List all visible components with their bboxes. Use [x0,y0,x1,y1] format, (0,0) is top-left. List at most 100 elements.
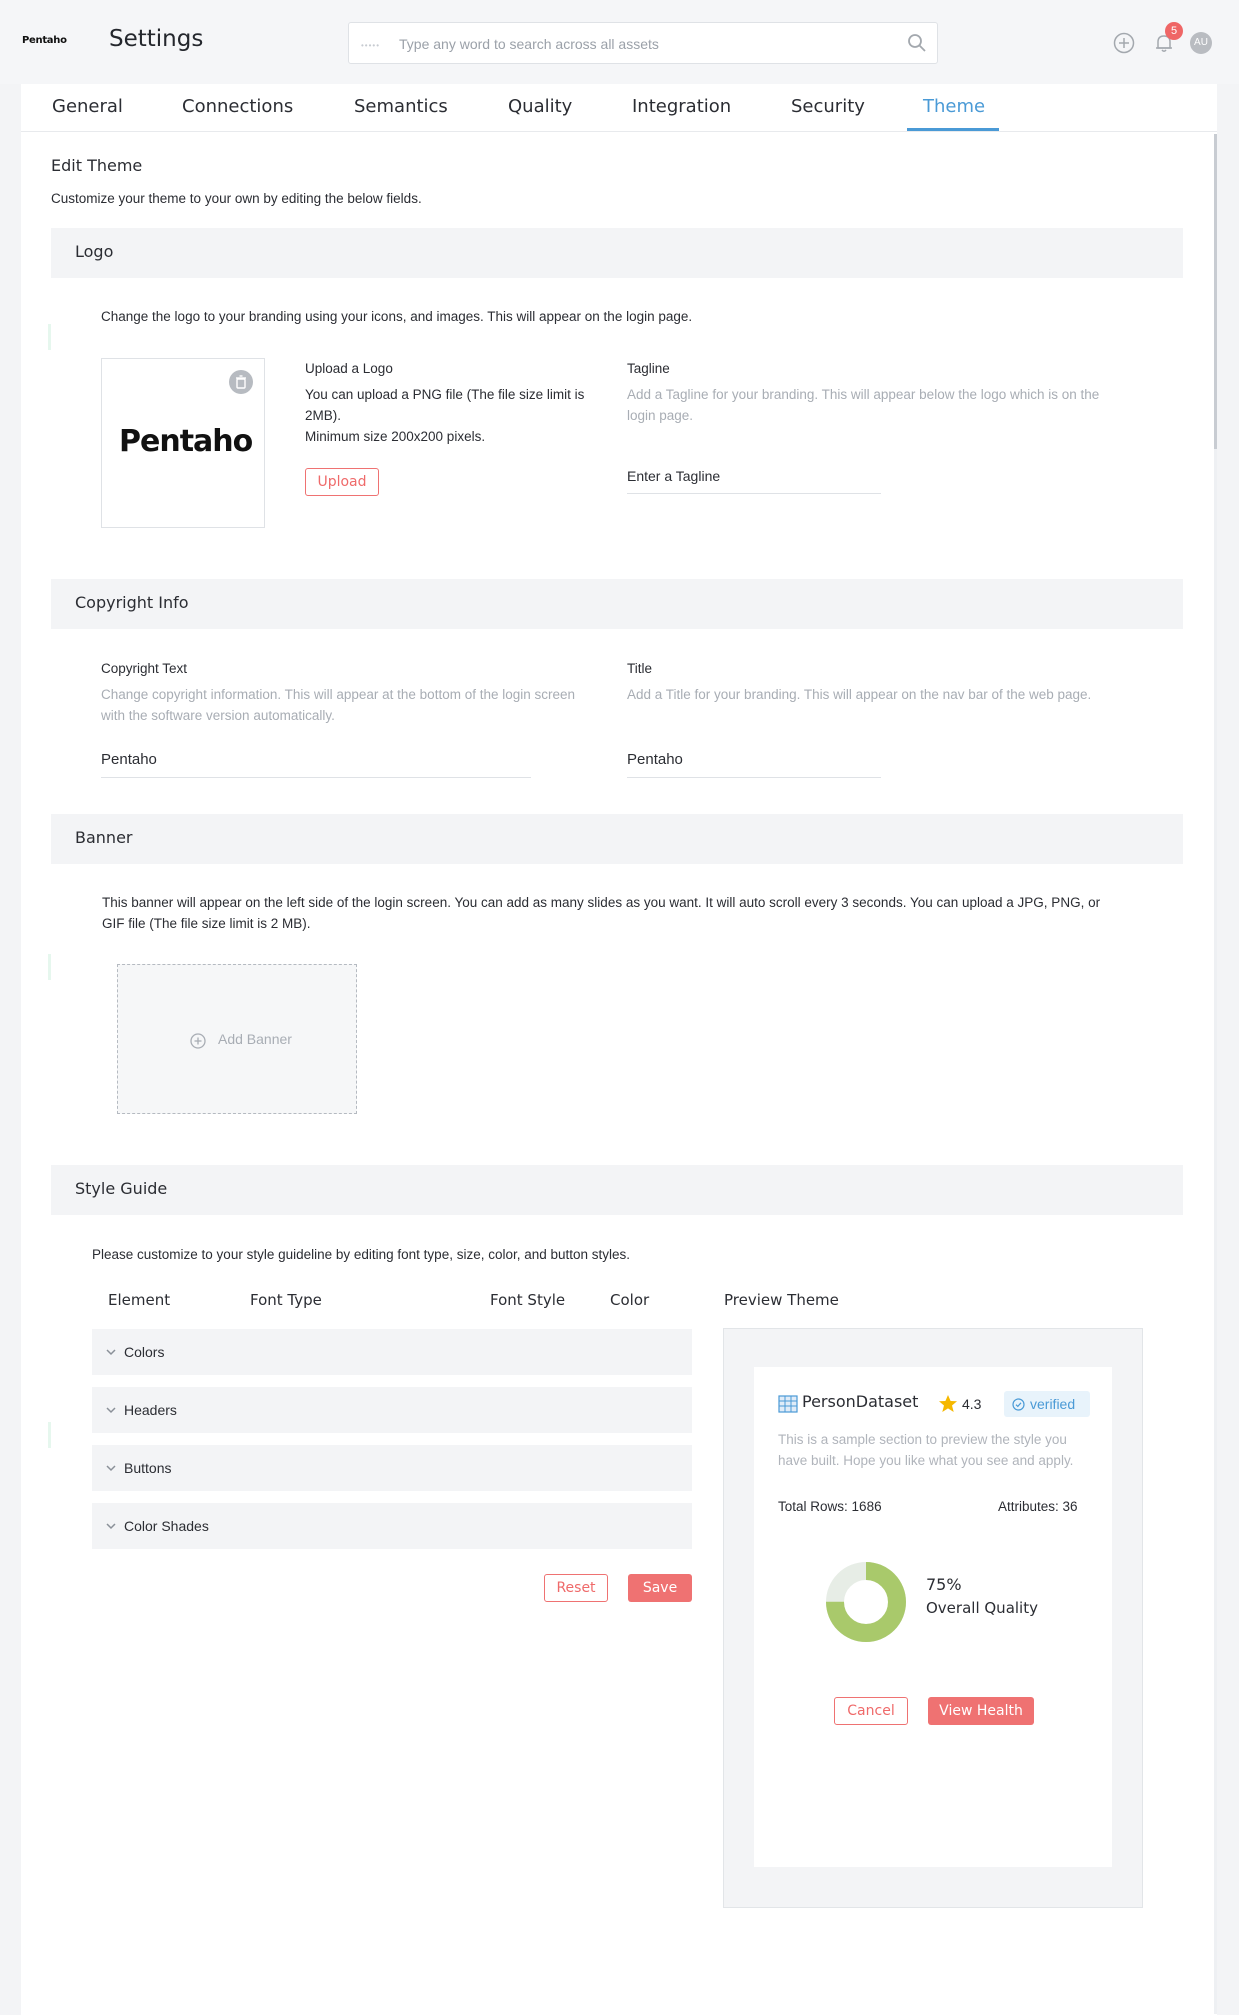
search-icon[interactable] [907,33,927,53]
chevron-down-icon [106,1523,116,1530]
logo-preview: Pentaho [101,358,265,528]
check-circle-icon [1012,1398,1025,1411]
banner-section-header: Banner [51,814,1183,864]
preview-description: This is a sample section to preview the … [778,1429,1098,1471]
copyright-label: Copyright Text [101,661,188,676]
title-label: Title [627,661,653,676]
total-rows-value: 1686 [851,1499,882,1514]
add-circle-icon [190,1033,206,1049]
upload-button[interactable]: Upload [305,468,379,496]
save-button[interactable]: Save [628,1574,692,1602]
verified-label: verified [1030,1396,1076,1412]
top-bar: Pentaho Settings ••••• 5 AU [0,0,1239,84]
edit-theme-title: Edit Theme [51,156,143,175]
tab-integration[interactable]: Integration [632,96,731,117]
attributes-stat: Attributes: 36 [998,1499,1078,1514]
logo-section-header: Logo [51,228,1183,278]
logo-section-title: Logo [75,242,114,261]
accordion-label: Colors [124,1344,165,1360]
dataset-icon [778,1395,798,1413]
banner-description-1: This banner will appear on the left side… [102,895,1101,910]
quality-donut [826,1562,906,1642]
edit-theme-subtitle: Customize your theme to your own by edit… [51,191,422,206]
reset-button[interactable]: Reset [544,1574,608,1602]
copyright-help-2: with the software version automatically. [101,708,335,723]
chevron-down-icon [106,1407,116,1414]
copyright-section-header: Copyright Info [51,579,1183,629]
rating-value: 4.3 [962,1396,982,1412]
quality-value: 75% [926,1575,962,1594]
column-element: Element [108,1291,171,1309]
verified-badge: verified [1004,1391,1090,1417]
total-rows-label: Total Rows: [778,1499,848,1514]
delete-logo-button[interactable] [229,370,253,394]
chevron-down-icon [106,1349,116,1356]
notification-badge: 5 [1165,22,1183,40]
style-guide-description: Please customize to your style guideline… [92,1247,631,1262]
tab-quality[interactable]: Quality [508,96,572,117]
page-title: Settings [109,26,204,52]
avatar[interactable]: AU [1190,32,1212,54]
preview-theme-panel: PersonDataset 4.3 verified This is a sam… [723,1328,1143,1908]
accordion-label: Color Shades [124,1518,209,1534]
accordion-colors[interactable]: Colors [92,1329,692,1375]
column-font-type: Font Type [250,1291,322,1309]
upload-logo-desc-3: Minimum size 200x200 pixels. [305,429,486,444]
tab-general[interactable]: General [52,96,123,117]
trash-icon [236,375,246,389]
accordion-label: Headers [124,1402,177,1418]
preview-description-line: have built. Hope you like what you see a… [778,1453,1074,1468]
attributes-label: Attributes: [998,1499,1059,1514]
upload-logo-desc-2: 2MB). [305,408,342,423]
tab-security[interactable]: Security [791,96,865,117]
section-marker [48,954,51,980]
logo-description: Change the logo to your branding using y… [101,309,693,324]
title-help: Add a Title for your branding. This will… [627,687,1092,702]
accordion-color-shades[interactable]: Color Shades [92,1503,692,1549]
scrollbar[interactable] [1214,134,1217,2014]
upload-logo-title: Upload a Logo [305,361,393,376]
dataset-name[interactable]: PersonDataset [802,1392,918,1411]
accordion-headers[interactable]: Headers [92,1387,692,1433]
section-marker [48,324,51,350]
scrollbar-thumb[interactable] [1214,134,1217,449]
preview-theme-title: Preview Theme [724,1291,839,1309]
upload-logo-desc-1: You can upload a PNG file (The file size… [305,387,585,402]
tab-theme[interactable]: Theme [923,96,985,117]
star-icon [939,1395,957,1412]
style-guide-section-title: Style Guide [75,1179,168,1198]
banner-section-title: Banner [75,828,133,847]
chevron-down-icon [106,1465,116,1472]
active-tab-indicator [907,128,999,131]
accordion-label: Buttons [124,1460,172,1476]
style-guide-section-header: Style Guide [51,1165,1183,1215]
tagline-help-1: Add a Tagline for your branding. This wi… [627,387,1100,402]
preview-description-line: This is a sample section to preview the … [778,1432,1067,1447]
tab-connections[interactable]: Connections [182,96,293,117]
tagline-help-2: login page. [627,408,694,423]
column-color: Color [610,1291,650,1309]
accordion-buttons[interactable]: Buttons [92,1445,692,1491]
section-marker [48,1422,51,1448]
settings-card: General Connections Semantics Quality In… [21,84,1217,2015]
search-box[interactable]: ••••• [348,22,938,64]
brand-logo[interactable]: Pentaho [22,35,67,46]
copyright-help-1: Change copyright information. This will … [101,687,576,702]
tab-semantics[interactable]: Semantics [354,96,448,117]
add-icon[interactable] [1113,32,1135,54]
quality-label: Overall Quality [926,1599,1038,1617]
tab-bar: General Connections Semantics Quality In… [21,84,1217,132]
add-banner-dropzone[interactable]: Add Banner [117,964,357,1114]
preview-card: PersonDataset 4.3 verified This is a sam… [754,1367,1112,1867]
tagline-input[interactable]: Enter a Tagline [627,464,881,494]
title-input[interactable]: Pentaho [627,748,881,778]
search-input[interactable] [399,33,869,55]
attributes-value: 36 [1062,1499,1078,1514]
view-health-button[interactable]: View Health [928,1697,1034,1725]
column-font-style: Font Style [490,1291,566,1309]
tagline-label: Tagline [627,361,670,376]
add-banner-label: Add Banner [218,1031,292,1047]
copyright-input[interactable]: Pentaho [101,748,531,778]
cancel-button[interactable]: Cancel [834,1697,908,1725]
total-rows-stat: Total Rows: 1686 [778,1499,882,1514]
